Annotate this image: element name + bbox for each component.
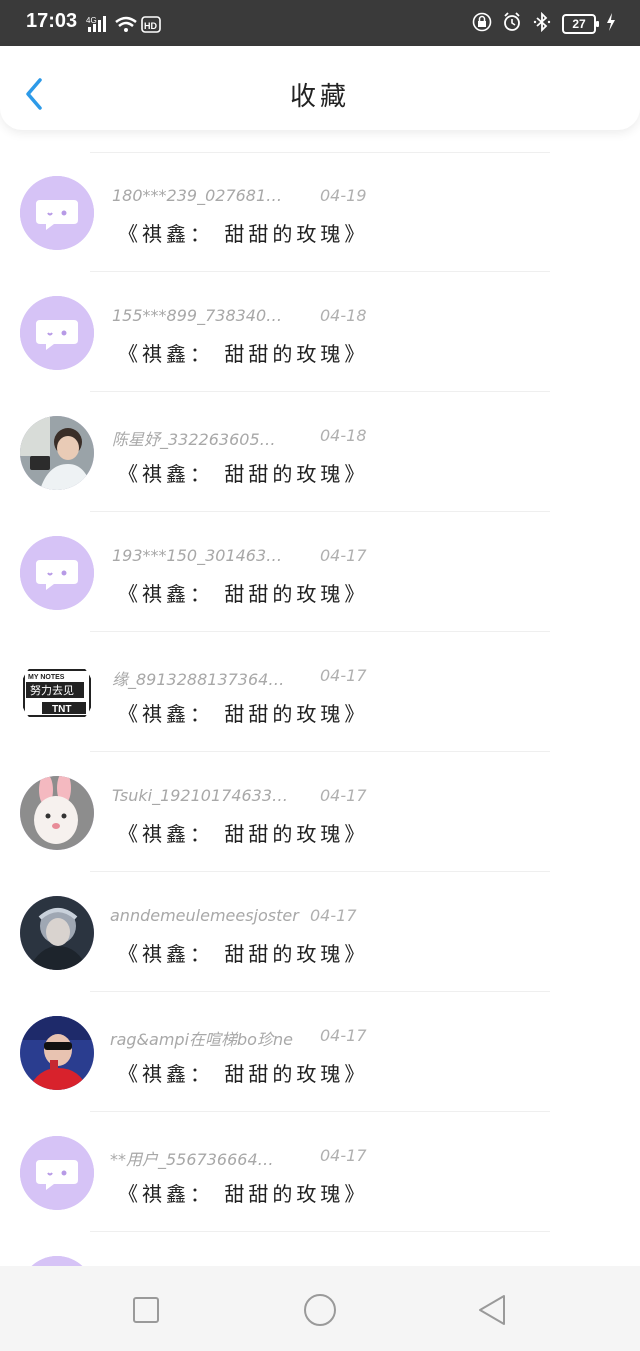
list-item-partial[interactable]	[0, 1232, 640, 1266]
chat-bubble-icon	[20, 536, 94, 610]
avatar[interactable]	[20, 1256, 94, 1266]
song-title: 《祺鑫： 甜甜的玫瑰》	[118, 462, 369, 486]
user-photo-icon	[20, 416, 94, 490]
avatar[interactable]	[20, 176, 94, 250]
avatar[interactable]: MY NOTES 努力去见 TNT	[20, 656, 94, 730]
avatar[interactable]	[20, 296, 94, 370]
list-item[interactable]: 193***150_301463… 04-17 《祺鑫： 甜甜的玫瑰》	[0, 512, 640, 632]
date: 04-17	[320, 546, 367, 565]
square-icon	[133, 1297, 159, 1323]
username: **用户_556736664…	[110, 1150, 274, 1169]
system-nav-bar	[0, 1266, 640, 1351]
list-item[interactable]: anndemeulemeesjoster 04-17 《祺鑫： 甜甜的玫瑰》	[0, 872, 640, 992]
network-label: 4G	[86, 16, 97, 25]
lock-icon	[472, 12, 492, 36]
date: 04-19	[320, 186, 367, 205]
favorites-list[interactable]: 180***239_027681… 04-19 《祺鑫： 甜甜的玫瑰》 155*…	[0, 152, 640, 1266]
username: rag&ampi在喧梯bo珍ne	[110, 1030, 293, 1049]
list-item[interactable]: **用户_556736664… 04-17 《祺鑫： 甜甜的玫瑰》	[0, 1112, 640, 1232]
status-time: 17:03	[26, 10, 78, 32]
username: 陈星妤_332263605…	[112, 430, 276, 449]
back-nav-button[interactable]	[474, 1292, 510, 1328]
list-item[interactable]: Tsuki_19210174633… 04-17 《祺鑫： 甜甜的玫瑰》	[0, 752, 640, 872]
song-title: 《祺鑫： 甜甜的玫瑰》	[118, 222, 369, 246]
avatar[interactable]	[20, 896, 94, 970]
hd-label: HD	[144, 21, 157, 31]
circle-icon	[304, 1294, 336, 1326]
username: 180***239_027681…	[112, 186, 283, 205]
chat-bubble-icon	[20, 1256, 94, 1266]
list-item[interactable]: rag&ampi在喧梯bo珍ne 04-17 《祺鑫： 甜甜的玫瑰》	[0, 992, 640, 1112]
username: 缘_8913288137364…	[112, 670, 285, 689]
chat-bubble-icon	[20, 176, 94, 250]
home-button[interactable]	[300, 1290, 340, 1330]
username: 193***150_301463…	[112, 546, 283, 565]
list-item[interactable]: 陈星妤_332263605… 04-18 《祺鑫： 甜甜的玫瑰》	[0, 392, 640, 512]
date: 04-17	[310, 906, 357, 925]
date: 04-17	[320, 666, 367, 685]
username: anndemeulemeesjoster	[110, 906, 299, 925]
app-header: 收藏	[0, 46, 640, 130]
date: 04-18	[320, 426, 367, 445]
song-title: 《祺鑫： 甜甜的玫瑰》	[118, 342, 369, 366]
date: 04-17	[320, 786, 367, 805]
song-title: 《祺鑫： 甜甜的玫瑰》	[118, 702, 369, 726]
song-title: 《祺鑫： 甜甜的玫瑰》	[118, 942, 369, 966]
chat-bubble-icon	[20, 1136, 94, 1210]
avatar-text-tnt: TNT	[52, 704, 71, 715]
username: 155***899_738340…	[112, 306, 283, 325]
page-title: 收藏	[289, 82, 350, 112]
charging-icon	[606, 13, 616, 35]
status-bar: 17:03 4G HD 27	[0, 0, 640, 46]
song-title: 《祺鑫： 甜甜的玫瑰》	[118, 1182, 369, 1206]
recents-button[interactable]	[128, 1292, 164, 1328]
avatar[interactable]	[20, 1136, 94, 1210]
alarm-icon	[502, 12, 522, 36]
avatar-text-main: 努力去见	[30, 683, 74, 697]
avatar[interactable]	[20, 776, 94, 850]
list-item[interactable]: MY NOTES 努力去见 TNT 缘_8913288137364… 04-17…	[0, 632, 640, 752]
list-item[interactable]: 155***899_738340… 04-18 《祺鑫： 甜甜的玫瑰》	[0, 272, 640, 392]
date: 04-18	[320, 306, 367, 325]
song-title: 《祺鑫： 甜甜的玫瑰》	[118, 822, 369, 846]
song-title: 《祺鑫： 甜甜的玫瑰》	[118, 1062, 369, 1086]
avatar[interactable]	[20, 536, 94, 610]
user-photo-icon	[20, 896, 94, 970]
song-title: 《祺鑫： 甜甜的玫瑰》	[118, 582, 369, 606]
avatar-text-notes: MY NOTES	[28, 674, 65, 681]
cartoon-bunny-icon	[20, 776, 94, 850]
avatar[interactable]	[20, 416, 94, 490]
signal-icon: 4G HD	[86, 14, 162, 38]
list-item[interactable]: 180***239_027681… 04-19 《祺鑫： 甜甜的玫瑰》	[0, 152, 640, 272]
date: 04-17	[320, 1026, 367, 1045]
date: 04-17	[320, 1146, 367, 1165]
avatar[interactable]	[20, 1016, 94, 1090]
user-photo-icon	[20, 1016, 94, 1090]
triangle-back-icon	[479, 1295, 505, 1325]
battery-indicator: 27	[562, 14, 599, 34]
username: Tsuki_19210174633…	[112, 786, 289, 805]
text-badge-icon: MY NOTES 努力去见 TNT	[20, 656, 94, 730]
chat-bubble-icon	[20, 296, 94, 370]
bluetooth-icon	[532, 11, 552, 36]
